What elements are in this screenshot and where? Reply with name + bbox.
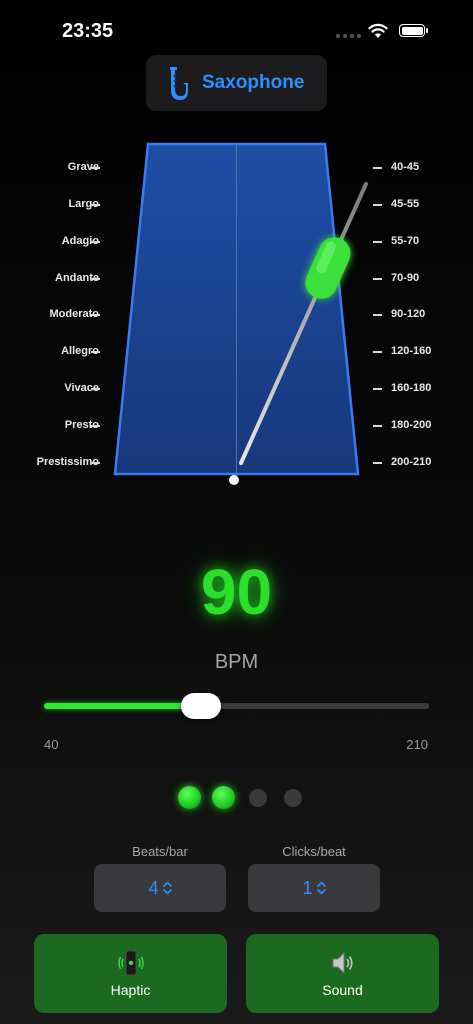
clicks-per-beat-picker[interactable]: 1 (248, 864, 380, 912)
beats-per-bar-label: Beats/bar (132, 844, 188, 859)
clicks-per-beat-label: Clicks/beat (282, 844, 346, 859)
beat-indicator (178, 786, 305, 809)
beats-per-bar-picker[interactable]: 4 (94, 864, 226, 912)
tempo-slider[interactable] (44, 693, 429, 719)
tempo-slider-thumb[interactable] (181, 693, 222, 719)
slider-max-label: 210 (406, 737, 428, 752)
bpm-label: BPM (214, 651, 259, 673)
chevron-up-down-icon (162, 881, 172, 895)
beat-dot-inactive (249, 788, 267, 807)
clicks-per-beat-value: 1 (302, 877, 313, 898)
chevron-up-down-icon (316, 881, 326, 895)
sound-button[interactable]: Sound (246, 934, 439, 1013)
speaker-icon (332, 951, 353, 974)
tempo-slider-fill (44, 703, 202, 709)
slider-min-label: 40 (44, 737, 59, 752)
beat-dot-inactive (284, 788, 302, 807)
bpm-value: 90 (200, 556, 273, 628)
beat-dot-active (178, 786, 201, 809)
phone-vibrate-icon (117, 950, 144, 975)
sound-label: Sound (322, 981, 363, 998)
beat-dot-active (212, 786, 235, 809)
beats-per-bar-value: 4 (148, 877, 159, 898)
metronome-pendulum[interactable] (0, 0, 473, 500)
pendulum-pivot (229, 475, 239, 485)
haptic-button[interactable]: Haptic (34, 934, 227, 1013)
haptic-label: Haptic (110, 981, 151, 998)
